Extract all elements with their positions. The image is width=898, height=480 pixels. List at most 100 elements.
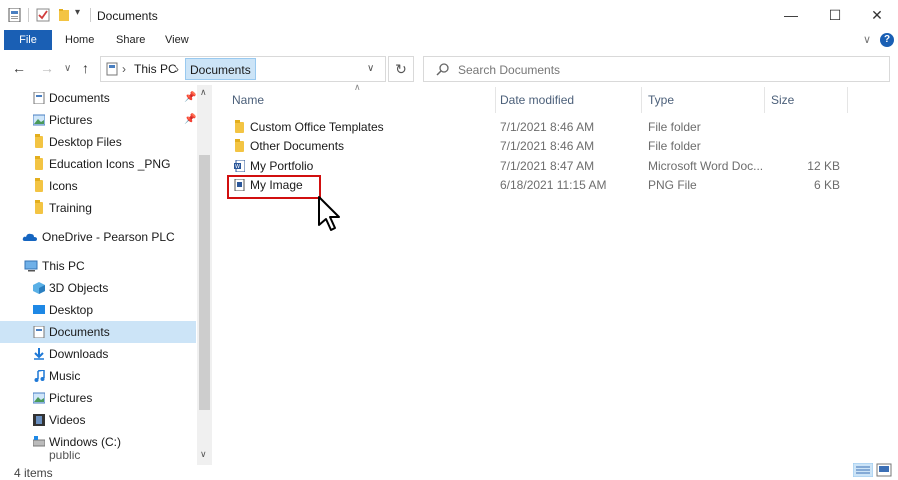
- nav-item-pictures[interactable]: Pictures: [0, 387, 196, 409]
- large-icons-view-icon[interactable]: [876, 463, 892, 477]
- details-view-icon[interactable]: [853, 463, 873, 477]
- title-bar: ▾ Documents — ☐ ✕: [0, 0, 898, 30]
- folder-icon: [35, 178, 43, 192]
- nav-label: Windows (C:): [49, 435, 122, 449]
- column-header-date[interactable]: Date modified: [500, 89, 574, 111]
- address-row: ← → ∨ ↑ › This PC › Documents ∨ ↻ Search…: [0, 52, 898, 84]
- column-divider[interactable]: [495, 87, 496, 113]
- column-header-name[interactable]: Name: [232, 89, 264, 111]
- tab-share[interactable]: Share: [116, 30, 145, 50]
- folder-icon: [35, 156, 43, 170]
- scroll-down-icon[interactable]: ∨: [200, 449, 207, 460]
- forward-button[interactable]: →: [40, 60, 54, 76]
- refresh-button[interactable]: ↻: [388, 56, 414, 82]
- search-box[interactable]: Search Documents: [423, 56, 890, 82]
- file-type: PNG File: [648, 178, 697, 192]
- tab-file[interactable]: File: [4, 30, 52, 50]
- maximize-button[interactable]: ☐: [812, 0, 858, 30]
- address-bar[interactable]: › This PC › Documents ∨: [100, 56, 386, 82]
- column-header-type[interactable]: Type: [648, 89, 674, 111]
- column-header-size[interactable]: Size: [771, 89, 794, 111]
- nav-item-windows-c[interactable]: Windows (C:): [0, 431, 196, 453]
- tab-view[interactable]: View: [165, 30, 189, 50]
- nav-item-desktop-files[interactable]: Desktop Files: [0, 131, 196, 153]
- file-type: File folder: [648, 120, 701, 134]
- nav-item-desktop[interactable]: Desktop: [0, 299, 196, 321]
- scroll-up-icon[interactable]: ∧: [200, 87, 207, 98]
- divider: [90, 8, 91, 22]
- file-type: File folder: [648, 139, 701, 153]
- customize-toolbar-icon[interactable]: ▾: [75, 7, 80, 18]
- file-size: 12 KB: [807, 159, 840, 173]
- word-doc-icon: W: [234, 160, 245, 172]
- file-name: My Portfolio: [250, 159, 314, 173]
- file-row[interactable]: Custom Office Templates 7/1/2021 8:46 AM…: [222, 118, 842, 137]
- file-row[interactable]: Other Documents 7/1/2021 8:46 AM File fo…: [222, 137, 842, 156]
- crumb-this-pc[interactable]: This PC: [134, 62, 177, 76]
- nav-label: Education Icons _PNG: [49, 157, 171, 171]
- documents-icon: [33, 326, 45, 338]
- nav-item-music[interactable]: Music: [0, 365, 196, 387]
- divider: [28, 8, 29, 22]
- nav-label: Desktop: [49, 303, 94, 317]
- nav-label: public (\\file2.connectionsacad: [49, 451, 81, 462]
- properties-icon[interactable]: [8, 8, 22, 22]
- file-name: Other Documents: [250, 139, 345, 153]
- nav-item-3d-objects[interactable]: 3D Objects: [0, 277, 196, 299]
- pin-icon[interactable]: 📌: [184, 109, 196, 131]
- nav-label: Videos: [49, 413, 86, 427]
- checkmark-icon[interactable]: [36, 8, 50, 22]
- file-date: 7/1/2021 8:46 AM: [500, 139, 595, 153]
- nav-item-training[interactable]: Training: [0, 197, 196, 219]
- nav-item-onedrive[interactable]: OneDrive - Pearson PLC: [0, 226, 196, 248]
- file-date: 7/1/2021 8:47 AM: [500, 159, 595, 173]
- documents-icon: [33, 92, 45, 104]
- new-folder-icon[interactable]: [57, 8, 71, 22]
- column-divider[interactable]: [641, 87, 642, 113]
- nav-item-education-icons[interactable]: Education Icons _PNG: [0, 153, 196, 175]
- tab-home[interactable]: Home: [65, 30, 94, 50]
- nav-scrollbar[interactable]: ∧ ∨: [197, 85, 212, 465]
- desktop-icon: [33, 305, 45, 314]
- crumb-documents[interactable]: Documents: [185, 58, 256, 80]
- address-dropdown-icon[interactable]: ∨: [367, 63, 374, 74]
- column-divider[interactable]: [847, 87, 848, 113]
- nav-item-icons[interactable]: Icons: [0, 175, 196, 197]
- nav-label: 3D Objects: [49, 281, 109, 295]
- mouse-cursor-icon: [318, 196, 340, 231]
- scroll-thumb[interactable]: [199, 155, 210, 410]
- nav-label: OneDrive - Pearson PLC: [42, 230, 175, 244]
- nav-item-documents-quick[interactable]: Documents 📌: [0, 87, 196, 109]
- pin-icon[interactable]: 📌: [184, 87, 196, 109]
- folder-icon: [35, 134, 43, 148]
- back-button[interactable]: ←: [12, 60, 26, 76]
- help-icon[interactable]: ?: [880, 33, 894, 47]
- computer-icon: [24, 260, 38, 272]
- file-row[interactable]: W My Portfolio 7/1/2021 8:47 AM Microsof…: [222, 157, 842, 176]
- nav-item-this-pc[interactable]: This PC: [0, 255, 196, 277]
- nav-item-network-drive[interactable]: public (\\file2.connectionsacad: [0, 451, 196, 465]
- ribbon-tabs: File Home Share View ∨ ?: [0, 30, 898, 50]
- film-strip-icon: [33, 414, 45, 426]
- nav-label: Downloads: [49, 347, 109, 361]
- file-type: Microsoft Word Doc...: [648, 159, 764, 173]
- 3d-objects-icon: [33, 282, 45, 294]
- minimize-button[interactable]: —: [768, 0, 814, 30]
- sort-indicator-icon: ∧: [354, 82, 361, 92]
- nav-item-downloads[interactable]: Downloads: [0, 343, 196, 365]
- recent-locations-button[interactable]: ∨: [64, 63, 71, 74]
- download-arrow-icon: [34, 348, 44, 360]
- folder-icon: [235, 120, 244, 133]
- nav-label: Training: [49, 201, 92, 215]
- search-input[interactable]: Search Documents: [458, 63, 560, 77]
- expand-ribbon-icon[interactable]: ∨: [863, 30, 871, 50]
- up-button[interactable]: ↑: [82, 60, 89, 76]
- file-date: 7/1/2021 8:46 AM: [500, 120, 595, 134]
- nav-item-videos[interactable]: Videos: [0, 409, 196, 431]
- column-divider[interactable]: [764, 87, 765, 113]
- close-button[interactable]: ✕: [854, 0, 898, 30]
- nav-item-pictures-quick[interactable]: Pictures 📌: [0, 109, 196, 131]
- folder-icon: [35, 200, 43, 214]
- nav-item-documents[interactable]: Documents: [0, 321, 196, 343]
- search-icon: [436, 63, 449, 76]
